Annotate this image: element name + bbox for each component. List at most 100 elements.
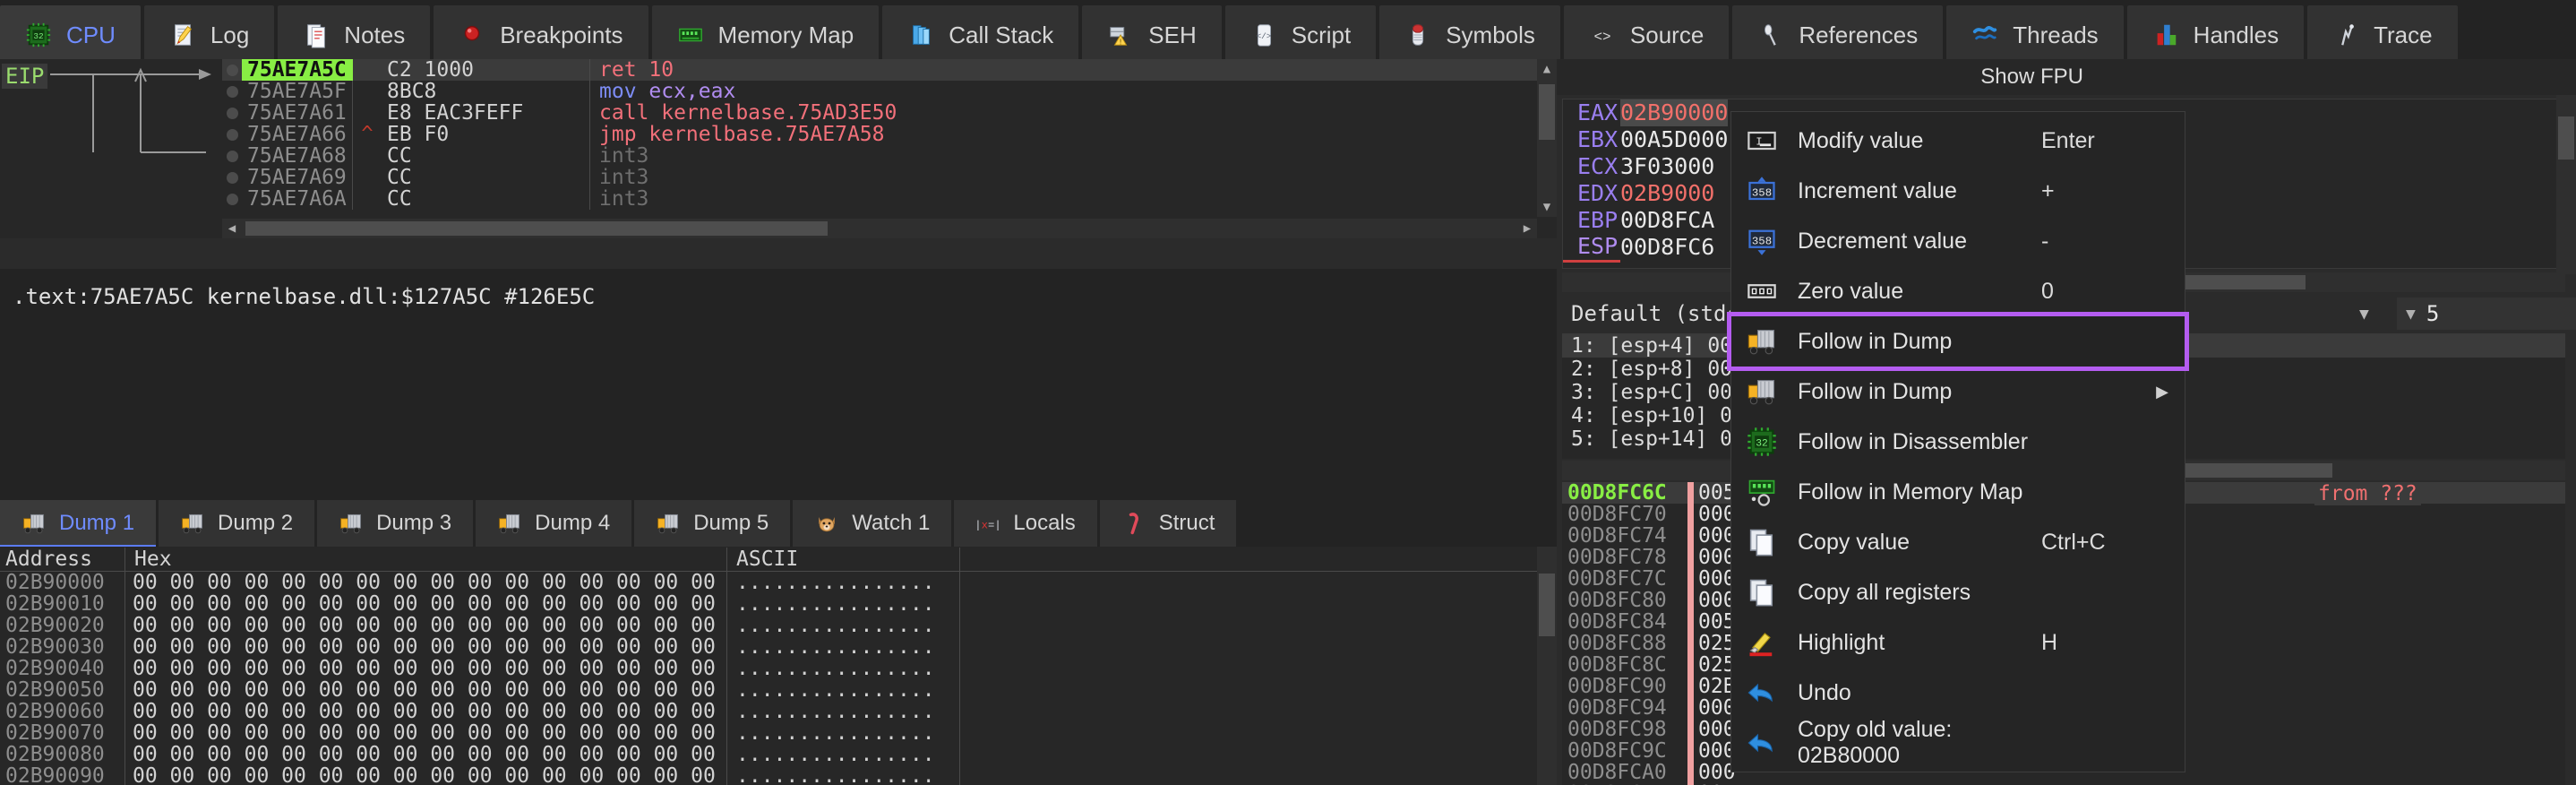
tab-seh[interactable]: ! SEH: [1082, 5, 1222, 65]
disassembly-hscroll-thumb[interactable]: [245, 221, 828, 236]
show-fpu-toggle[interactable]: Show FPU: [1557, 59, 2576, 95]
register-context-menu[interactable]: I Modify value Enter 358 Increment value +358…: [1727, 111, 2189, 772]
dump-ascii: ................: [727, 701, 960, 722]
breakpoint-toggle-icon[interactable]: [222, 124, 242, 145]
disassembly-rows[interactable]: 75AE7A5C C2 1000 ret 10 75AE7A5F 8BC8 mov ecx…: [222, 59, 1557, 210]
breakpoint-toggle-icon[interactable]: [222, 102, 242, 124]
dump-row[interactable]: 02B90010 00 00 00 00 00 00 00 00 00 00 00…: [0, 593, 1557, 615]
tab-source[interactable]: <> Source: [1563, 5, 1730, 65]
menu-item-follow-in-dump[interactable]: Follow in Dump ▶: [1731, 367, 2185, 417]
dump-panel[interactable]: Address Hex ASCII 02B90000 00 00 00 00 00…: [0, 547, 1557, 785]
dump-tab-dump-2[interactable]: Dump 2: [159, 500, 315, 547]
disassembly-row[interactable]: 75AE7A6A CC int3: [222, 188, 1557, 210]
registers-vscroll-thumb[interactable]: [2558, 116, 2574, 160]
tab-threads[interactable]: Threads: [1946, 5, 2124, 65]
dump-row[interactable]: 02B90080 00 00 00 00 00 00 00 00 00 00 00…: [0, 744, 1557, 765]
tab-symbols[interactable]: Symbols: [1379, 5, 1560, 65]
instruction-text: call kernelbase.75AD3E50: [599, 102, 1557, 124]
calling-convention-dropdown-icon[interactable]: ▼: [2359, 305, 2369, 323]
dump-rows[interactable]: 02B90000 00 00 00 00 00 00 00 00 00 00 00…: [0, 572, 1557, 785]
dump-row[interactable]: 02B90020 00 00 00 00 00 00 00 00 00 00 00…: [0, 615, 1557, 636]
dump-row[interactable]: 02B90050 00 00 00 00 00 00 00 00 00 00 00…: [0, 679, 1557, 701]
disassembly-row[interactable]: 75AE7A69 CC int3: [222, 167, 1557, 188]
register-value[interactable]: 02B9000: [1620, 180, 1714, 207]
dump-vscroll-thumb[interactable]: [1539, 574, 1555, 636]
argument-count-value: 5: [2426, 301, 2440, 326]
tab-cpu[interactable]: 32 CPU: [0, 5, 141, 68]
dump-tab-struct[interactable]: Struct: [1099, 500, 1237, 547]
register-value[interactable]: 02B90000: [1620, 99, 1729, 126]
dump-col-address[interactable]: Address: [0, 547, 125, 571]
instruction-bytes: E8 EAC3FEFF: [387, 101, 524, 125]
dump-row[interactable]: 02B90000 00 00 00 00 00 00 00 00 00 00 00…: [0, 572, 1557, 593]
tab-trace[interactable]: Trace: [2307, 5, 2458, 65]
stack-address: 00D8FC9C: [1567, 739, 1667, 763]
dump-col-ascii[interactable]: ASCII: [727, 547, 960, 571]
tab-label: CPU: [66, 21, 116, 48]
dump-tab-label: Dump 4: [535, 511, 611, 535]
disassembly-row[interactable]: 75AE7A66 ^ EB F0 jmp kernelbase.75AE7A58: [222, 124, 1557, 145]
dump-row[interactable]: 02B90090 00 00 00 00 00 00 00 00 00 00 00…: [0, 765, 1557, 785]
register-value[interactable]: 00D8FC6: [1620, 234, 1714, 261]
dump-row[interactable]: 02B90040 00 00 00 00 00 00 00 00 00 00 00…: [0, 658, 1557, 679]
menu-item-zero-value[interactable]: Zero value 0: [1731, 266, 2185, 316]
dump-tab-dump-1[interactable]: Dump 1: [0, 500, 157, 549]
chevron-down-icon[interactable]: ▼: [2397, 305, 2426, 323]
menu-item-modify-value[interactable]: I Modify value Enter: [1731, 116, 2185, 166]
stack-address: 00D8FC94: [1567, 696, 1667, 720]
disassembly-vscroll-thumb[interactable]: [1539, 84, 1555, 140]
disassembly-row[interactable]: 75AE7A5F 8BC8 mov ecx,eax: [222, 81, 1557, 102]
registers-vscrollbar[interactable]: [2556, 95, 2576, 274]
breakpoint-toggle-icon[interactable]: [222, 81, 242, 102]
instruction-text: mov ecx,eax: [599, 81, 1557, 102]
menu-item-undo[interactable]: Undo: [1731, 668, 2185, 718]
disassembly-row[interactable]: 75AE7A61 E8 EAC3FEFF call kernelbase.75AD3…: [222, 102, 1557, 124]
scroll-right-icon[interactable]: ▶: [1517, 219, 1537, 238]
menu-item-copy-old-value-02b80000[interactable]: Copy old value: 02B80000: [1731, 717, 2185, 768]
dump-hex-bytes: 00 00 00 00 00 00 00 00 00 00 00 00 00 0…: [125, 701, 727, 722]
dump-row[interactable]: 02B90060 00 00 00 00 00 00 00 00 00 00 00…: [0, 701, 1557, 722]
tab-script[interactable]: </> Script: [1224, 5, 1377, 65]
register-value[interactable]: 00D8FCA: [1620, 207, 1714, 234]
scroll-up-icon[interactable]: ▲: [1537, 59, 1557, 79]
dump-tab-locals[interactable]: |x=| Locals: [954, 500, 1097, 547]
tab-references[interactable]: References: [1732, 5, 1944, 65]
tab-memory-map[interactable]: Memory Map: [651, 5, 880, 65]
menu-item-follow-in-memory-map[interactable]: Follow in Memory Map: [1731, 467, 2185, 517]
disassembly-row[interactable]: 75AE7A68 CC int3: [222, 145, 1557, 167]
breakpoint-toggle-icon[interactable]: [222, 188, 242, 210]
dump-row[interactable]: 02B90030 00 00 00 00 00 00 00 00 00 00 00…: [0, 636, 1557, 658]
menu-item-copy-value[interactable]: Copy value Ctrl+C: [1731, 517, 2185, 567]
breakpoint-toggle-icon[interactable]: [222, 167, 242, 188]
dump-tab-dump-5[interactable]: Dump 5: [634, 500, 791, 547]
disassembly-panel[interactable]: EIP 75AE7A5C C2 1000 ret 10 75AE7A5F 8BC8 mov…: [0, 59, 1557, 238]
tab-log[interactable]: Log: [143, 5, 275, 65]
disassembly-vscrollbar[interactable]: ▲ ▼: [1537, 59, 1557, 217]
disassembly-row[interactable]: 75AE7A5C C2 1000 ret 10: [222, 59, 1557, 81]
register-name: EBP: [1577, 207, 1619, 233]
breakpoint-toggle-icon[interactable]: [222, 145, 242, 167]
dump-tab-dump-4[interactable]: Dump 4: [476, 500, 632, 547]
menu-item-decrement-value[interactable]: 358 Decrement value -: [1731, 216, 2185, 266]
disassembly-hscrollbar[interactable]: ◀ ▶: [222, 219, 1537, 238]
dump-tab-dump-3[interactable]: Dump 3: [317, 500, 474, 547]
register-value[interactable]: 00A5D000: [1620, 126, 1728, 153]
dump-tab-watch-1[interactable]: Watch 1: [793, 500, 952, 547]
tab-handles[interactable]: Handles: [2126, 5, 2305, 65]
scroll-left-icon[interactable]: ◀: [222, 219, 242, 238]
scroll-down-icon[interactable]: ▼: [1537, 197, 1557, 217]
dump-col-hex[interactable]: Hex: [125, 547, 727, 571]
menu-item-copy-all-registers[interactable]: Copy all registers: [1731, 567, 2185, 617]
dump-row[interactable]: 02B90070 00 00 00 00 00 00 00 00 00 00 00…: [0, 722, 1557, 744]
tab-notes[interactable]: Notes: [278, 5, 431, 65]
register-value[interactable]: 3F03000: [1620, 153, 1714, 180]
menu-item-highlight[interactable]: Highlight H: [1731, 617, 2185, 668]
menu-item-follow-in-disassembler[interactable]: 32 Follow in Disassembler: [1731, 417, 2185, 467]
tab-breakpoints[interactable]: Breakpoints: [434, 5, 648, 65]
tab-call-stack[interactable]: Call Stack: [882, 5, 1079, 65]
menu-item-increment-value[interactable]: 358 Increment value +: [1731, 166, 2185, 216]
argument-count-stepper[interactable]: ▼ 5 ▲: [2397, 298, 2576, 330]
dump-vscrollbar[interactable]: [1537, 547, 1557, 785]
breakpoint-toggle-icon[interactable]: [222, 59, 242, 81]
menu-item-follow-in-dump[interactable]: Follow in Dump: [1727, 312, 2189, 371]
